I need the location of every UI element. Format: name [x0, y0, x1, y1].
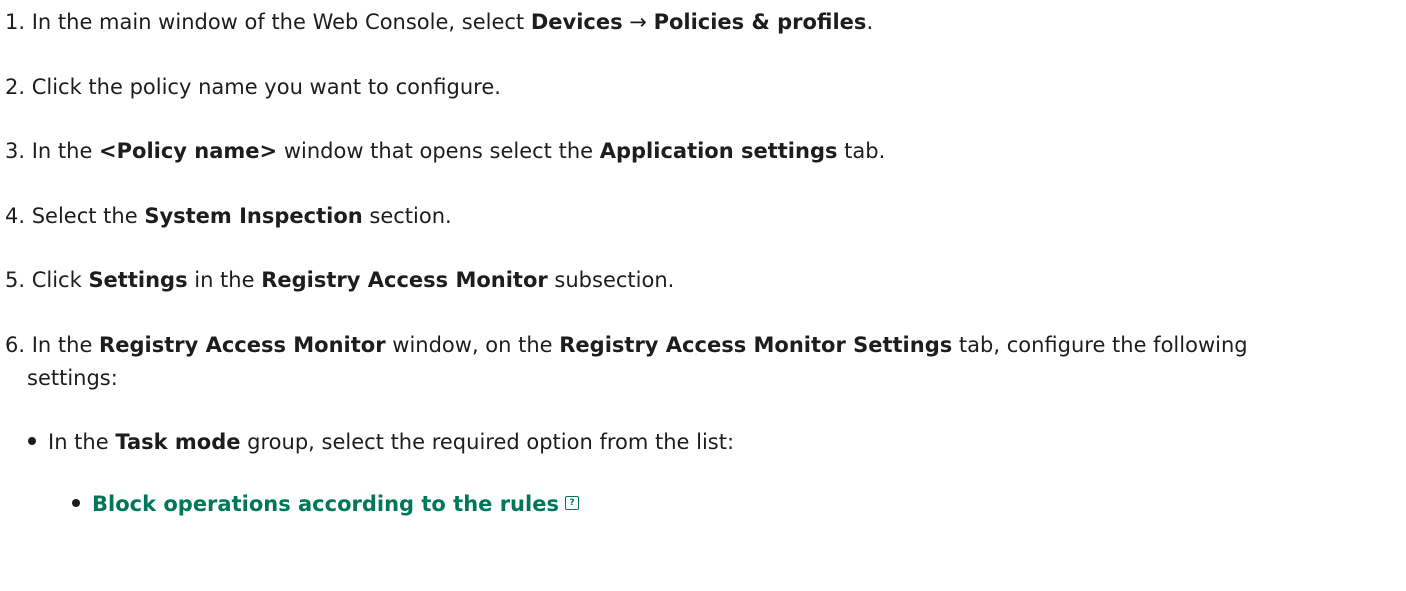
system-inspection-section: System Inspection — [144, 204, 363, 228]
step-text: Select the — [25, 204, 145, 228]
step-1: 1. In the main window of the Web Console… — [5, 7, 873, 37]
step-number: 2. — [5, 75, 26, 99]
step-number: 3. — [5, 139, 26, 163]
step-text-end: section. — [362, 204, 452, 228]
step-text: Click — [25, 268, 89, 292]
policy-name-placeholder: <Policy name> — [99, 139, 278, 163]
step-text: In the main window of the Web Console, s… — [25, 10, 531, 34]
step-number: 6. — [5, 333, 26, 357]
step-text: in the — [187, 268, 262, 292]
help-icon[interactable]: ? — [564, 496, 579, 510]
step-text: window, on the — [385, 333, 560, 357]
step-text: Click the policy name you want to config… — [25, 75, 501, 99]
step-text-end: subsection. — [547, 268, 675, 292]
step-text-end: . — [866, 10, 874, 34]
step-number: 4. — [5, 204, 26, 228]
step-number: 5. — [5, 268, 26, 292]
bullet-text-end: group, select the required option from t… — [240, 430, 735, 454]
block-operations-link[interactable]: Block operations according to the rules — [92, 492, 559, 516]
bullet-dot — [72, 499, 80, 507]
registry-access-monitor-window: Registry Access Monitor — [99, 333, 386, 357]
arrow-separator: → — [622, 10, 654, 34]
step-text: In the — [25, 333, 100, 357]
step-text: window that opens select the — [277, 139, 600, 163]
bullet-dot — [28, 437, 36, 445]
step-6-continuation: settings: — [27, 366, 118, 390]
step-text-end: tab. — [837, 139, 886, 163]
step-6: 6. In the Registry Access Monitor window… — [5, 330, 1248, 360]
step-5: 5. Click Settings in the Registry Access… — [5, 265, 674, 295]
step-number: 1. — [5, 10, 26, 34]
step-text-end: tab, configure the following — [952, 333, 1248, 357]
step-4: 4. Select the System Inspection section. — [5, 201, 452, 231]
settings-button-label: Settings — [88, 268, 188, 292]
step-text: In the — [25, 139, 100, 163]
bullet-block-operations: Block operations according to the rules? — [72, 489, 579, 519]
bullet-task-mode: In the Task mode group, select the requi… — [28, 427, 734, 457]
registry-access-monitor-subsection: Registry Access Monitor — [261, 268, 548, 292]
menu-policies-profiles: Policies & profiles — [653, 10, 867, 34]
registry-access-monitor-settings-tab: Registry Access Monitor Settings — [559, 333, 953, 357]
task-mode-group: Task mode — [115, 430, 241, 454]
step-3: 3. In the <Policy name> window that open… — [5, 136, 885, 166]
step-2: 2. Click the policy name you want to con… — [5, 72, 501, 102]
menu-devices: Devices — [530, 10, 623, 34]
application-settings-tab: Application settings — [599, 139, 838, 163]
bullet-text: In the — [48, 430, 116, 454]
